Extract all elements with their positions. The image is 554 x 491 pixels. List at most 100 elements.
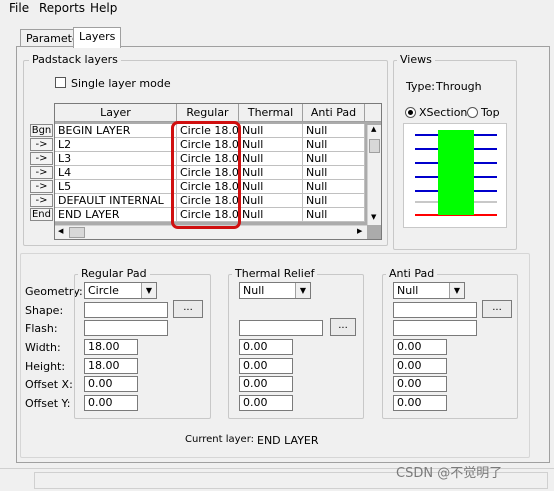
anti-geometry-value: Null [397, 284, 419, 297]
grid-cell-anti[interactable]: Null [303, 138, 365, 152]
grid-cell-anti[interactable]: Null [303, 152, 365, 166]
scroll-left-icon[interactable]: ◀ [58, 227, 63, 235]
regular-offset-x-input[interactable]: 0.00 [84, 376, 138, 392]
grid-cell-thermal[interactable]: Null [239, 208, 303, 222]
tab-layers[interactable]: Layers [73, 27, 122, 48]
col-header-layer[interactable]: Layer [55, 104, 177, 122]
menu-bar: File Reports Help [0, 0, 554, 17]
scroll-down-icon[interactable]: ▼ [371, 213, 376, 221]
watermark: CSDN @不觉明了 [396, 466, 503, 481]
row-button-copy[interactable]: -> [30, 138, 53, 151]
thermal-flash-browse-button[interactable]: ... [330, 318, 356, 336]
row-button-begin[interactable]: Bgn [30, 124, 53, 137]
chevron-down-icon[interactable]: ▼ [449, 283, 464, 298]
anti-pad-title: Anti Pad [386, 267, 438, 280]
grid-cell-layer[interactable]: L2 [55, 138, 177, 152]
padstack-layers-title: Padstack layers [29, 53, 121, 66]
via-barrel [438, 130, 474, 215]
row-button-end[interactable]: End [30, 208, 53, 221]
row-button-copy[interactable]: -> [30, 166, 53, 179]
menu-help[interactable]: Help [90, 1, 117, 15]
current-layer-label: Current layer: [185, 434, 255, 445]
regular-pad-title: Regular Pad [78, 267, 150, 280]
grid-cell-thermal[interactable]: Null [239, 194, 303, 208]
col-header-regular[interactable]: Regular Pad [177, 104, 239, 136]
regular-flash-input[interactable] [84, 320, 168, 336]
thermal-width-input[interactable]: 0.00 [239, 339, 293, 355]
menu-file[interactable]: File [9, 1, 29, 15]
thermal-offset-y-input[interactable]: 0.00 [239, 395, 293, 411]
thermal-geometry-select[interactable]: Null ▼ [239, 282, 311, 299]
single-layer-label: Single layer mode [71, 77, 171, 90]
anti-offset-x-input[interactable]: 0.00 [393, 376, 447, 392]
highlight-annotation [171, 121, 241, 229]
anti-shape-browse-button[interactable]: ... [482, 300, 512, 318]
type-value: Through [436, 80, 482, 93]
xsection-drawing [415, 130, 497, 216]
grid-cell-anti[interactable]: Null [303, 194, 365, 208]
radio-selected-dot [408, 110, 413, 115]
xsection-label: XSection [419, 106, 468, 119]
anti-shape-input[interactable] [393, 302, 477, 318]
anti-offset-y-input[interactable]: 0.00 [393, 395, 447, 411]
grid-vertical-scrollbar[interactable]: ▲ ▼ [367, 125, 381, 225]
shape-label: Shape: [25, 304, 64, 317]
thermal-geometry-value: Null [243, 284, 265, 297]
xsection-radio[interactable] [405, 107, 416, 118]
anti-height-input[interactable]: 0.00 [393, 358, 447, 374]
regular-geometry-value: Circle [88, 284, 119, 297]
grid-cell-layer[interactable]: L5 [55, 180, 177, 194]
grid-cell-layer[interactable]: L3 [55, 152, 177, 166]
height-label: Height: [25, 360, 66, 373]
vertical-scroll-thumb[interactable] [369, 139, 380, 153]
offset-y-label: Offset Y: [25, 397, 71, 410]
scroll-right-icon[interactable]: ▶ [357, 227, 362, 235]
menu-reports[interactable]: Reports [39, 1, 85, 15]
grid-cell-thermal[interactable]: Null [239, 166, 303, 180]
col-header-anti[interactable]: Anti Pad [303, 104, 365, 122]
row-button-copy[interactable]: -> [30, 180, 53, 193]
chevron-down-icon[interactable]: ▼ [141, 283, 156, 298]
anti-geometry-select[interactable]: Null ▼ [393, 282, 465, 299]
top-radio[interactable] [467, 107, 478, 118]
type-label: Type: [406, 80, 435, 93]
thermal-height-input[interactable]: 0.00 [239, 358, 293, 374]
chevron-down-icon[interactable]: ▼ [295, 283, 310, 298]
scroll-up-icon[interactable]: ▲ [371, 125, 376, 133]
xsection-preview [403, 123, 507, 228]
regular-offset-y-input[interactable]: 0.00 [84, 395, 138, 411]
offset-x-label: Offset X: [25, 378, 73, 391]
regular-shape-browse-button[interactable]: ... [173, 300, 203, 318]
thermal-relief-title: Thermal Relief [232, 267, 318, 280]
grid-cell-layer[interactable]: BEGIN LAYER [55, 124, 177, 138]
col-header-thermal[interactable]: Thermal Relief [239, 104, 303, 136]
row-button-copy[interactable]: -> [30, 152, 53, 165]
views-title: Views [397, 53, 435, 66]
grid-cell-layer[interactable]: L4 [55, 166, 177, 180]
anti-flash-input[interactable] [393, 320, 477, 336]
grid-cell-thermal[interactable]: Null [239, 124, 303, 138]
grid-cell-thermal[interactable]: Null [239, 152, 303, 166]
grid-cell-anti[interactable]: Null [303, 124, 365, 138]
grid-cell-thermal[interactable]: Null [239, 180, 303, 194]
regular-width-input[interactable]: 18.00 [84, 339, 138, 355]
col-header-spacer [365, 104, 381, 122]
regular-height-input[interactable]: 18.00 [84, 358, 138, 374]
width-label: Width: [25, 341, 61, 354]
grid-cell-anti[interactable]: Null [303, 166, 365, 180]
thermal-flash-input[interactable] [239, 320, 323, 336]
grid-cell-layer[interactable]: DEFAULT INTERNAL [55, 194, 177, 208]
horizontal-scroll-thumb[interactable] [69, 227, 85, 238]
regular-shape-input[interactable] [84, 302, 168, 318]
regular-geometry-select[interactable]: Circle ▼ [84, 282, 157, 299]
single-layer-checkbox[interactable] [55, 77, 66, 88]
grid-cell-thermal[interactable]: Null [239, 138, 303, 152]
grid-cell-layer[interactable]: END LAYER [55, 208, 177, 222]
anti-width-input[interactable]: 0.00 [393, 339, 447, 355]
grid-cell-anti[interactable]: Null [303, 180, 365, 194]
thermal-offset-x-input[interactable]: 0.00 [239, 376, 293, 392]
grid-cell-anti[interactable]: Null [303, 208, 365, 222]
flash-label: Flash: [25, 322, 58, 335]
row-button-copy[interactable]: -> [30, 194, 53, 207]
current-layer-value: END LAYER [257, 434, 319, 447]
